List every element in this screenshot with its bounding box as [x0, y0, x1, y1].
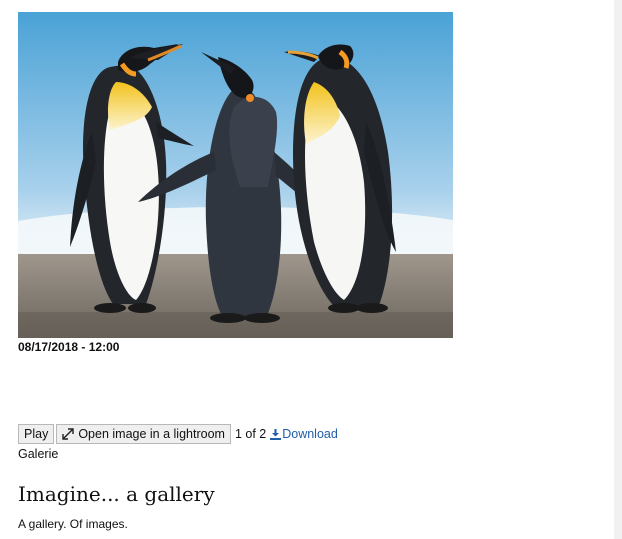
open-lightroom-label: Open image in a lightroom	[78, 427, 225, 441]
page-edge	[614, 0, 622, 539]
download-link[interactable]: Download	[270, 427, 338, 441]
gallery-image[interactable]	[18, 12, 453, 338]
expand-arrows-icon	[62, 428, 75, 440]
page-title: Imagine... a gallery	[18, 482, 215, 506]
download-label: Download	[282, 427, 338, 441]
page: 08/17/2018 - 12:00 Play Open image in a …	[0, 0, 622, 539]
play-button[interactable]: Play	[18, 424, 55, 444]
image-counter: 1 of 2	[234, 427, 267, 441]
gallery-label[interactable]: Galerie	[18, 447, 58, 461]
gallery-controls: Play Open image in a lightroom 1 of 2 Do…	[18, 424, 338, 444]
download-icon	[270, 428, 282, 440]
image-date: 08/17/2018 - 12:00	[18, 340, 120, 354]
open-lightroom-button[interactable]: Open image in a lightroom	[56, 424, 231, 444]
description: A gallery. Of images.	[18, 517, 128, 531]
